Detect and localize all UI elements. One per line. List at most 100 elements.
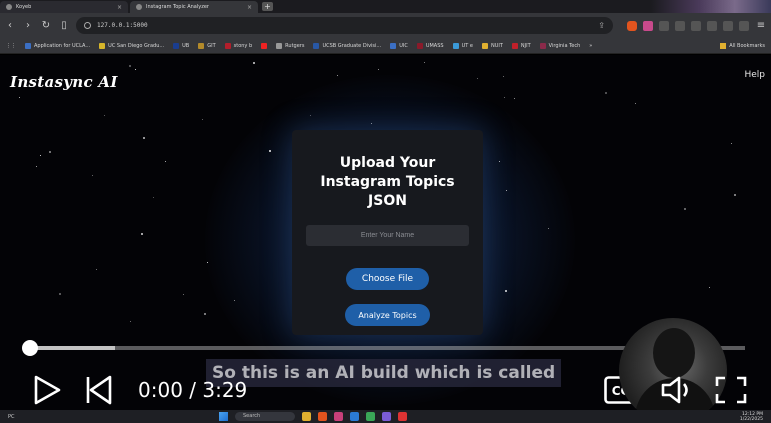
bookmark-label: stony b [233, 42, 253, 49]
bookmark-item[interactable]: Virginia Tech [539, 42, 580, 49]
wallet-icon[interactable] [723, 20, 733, 31]
play-icon[interactable] [32, 375, 62, 405]
bookmark-favicon-icon [313, 42, 320, 49]
star [269, 150, 271, 152]
bookmark-label: UB [182, 42, 190, 49]
brave-shield-icon[interactable] [627, 20, 637, 31]
brave-rewards-icon[interactable] [643, 20, 653, 31]
sidebar-icon[interactable] [707, 20, 717, 31]
apps-grid-icon[interactable]: ⋮⋮ [6, 43, 16, 49]
address-bar[interactable]: 127.0.0.1:5000 ⇪ [76, 17, 613, 34]
bookmark-item[interactable]: NUIT [481, 42, 503, 49]
bookmark-item[interactable] [261, 42, 268, 49]
star [477, 78, 478, 79]
bookmark-item[interactable]: Application for UCLA... [25, 42, 91, 49]
progress-scrubber-handle[interactable] [22, 340, 38, 356]
download-icon[interactable] [691, 20, 701, 31]
all-bookmarks-button[interactable]: All Bookmarks [720, 42, 765, 49]
card-title: Upload Your Instagram Topics JSON [320, 155, 455, 209]
bookmark-label: UMASS [425, 42, 444, 49]
bookmark-item[interactable]: NJIT [511, 42, 531, 49]
globe-favicon-icon [136, 4, 142, 10]
bookmark-item[interactable]: UMASS [416, 42, 444, 49]
bookmark-item[interactable]: UC San Diego Gradu... [99, 42, 165, 49]
star [253, 62, 255, 64]
bookmark-favicon-icon [276, 42, 283, 49]
help-link[interactable]: Help [744, 70, 765, 80]
bookmark-label: UC San Diego Gradu... [108, 42, 165, 49]
bookmark-item[interactable]: GIT [198, 42, 216, 49]
puzzle-extensions-icon[interactable] [675, 20, 685, 31]
star [506, 190, 507, 191]
fullscreen-icon[interactable] [715, 376, 747, 404]
url-text[interactable]: 127.0.0.1:5000 [97, 22, 148, 29]
star [514, 98, 515, 99]
close-tab-icon[interactable]: × [247, 4, 252, 11]
presenter-head [653, 328, 695, 378]
folder-icon [481, 42, 488, 49]
star [371, 123, 372, 124]
bookmark-item[interactable]: Rutgers [276, 42, 304, 49]
clock-time: 12:12 PM [742, 411, 763, 417]
star [504, 97, 505, 98]
wallpaper-strip [651, 0, 771, 13]
teams-icon[interactable] [382, 412, 391, 421]
bookmark-item[interactable]: stony b [224, 42, 253, 49]
bookmarks-overflow-button[interactable]: » [589, 43, 592, 49]
bookmark-label: NJIT [520, 42, 531, 49]
reload-icon[interactable]: ↻ [40, 20, 52, 32]
new-tab-button[interactable]: + [262, 2, 273, 11]
star [135, 69, 136, 70]
bookmark-icon[interactable]: ▯ [58, 20, 70, 32]
site-info-icon[interactable] [84, 22, 91, 29]
bookmark-item[interactable]: UT e [452, 42, 473, 49]
bookmark-item[interactable]: UB [173, 42, 190, 49]
close-tab-icon[interactable]: × [117, 4, 122, 11]
app-icon[interactable] [398, 412, 407, 421]
star [605, 92, 607, 94]
bookmark-label: Application for UCLA... [34, 42, 91, 49]
bookmark-favicon-icon [99, 42, 106, 49]
star [36, 166, 37, 167]
profile-icon[interactable] [739, 20, 749, 31]
choose-file-button[interactable]: Choose File [346, 268, 429, 290]
star [143, 137, 145, 139]
brand-logo[interactable]: Instasync AI [10, 73, 118, 91]
windows-start-icon[interactable] [219, 412, 228, 421]
star [183, 294, 184, 295]
system-clock[interactable]: 12:12 PM 1/22/2025 [740, 412, 763, 422]
browser-tab-analyzer[interactable]: Instagram Topic Analyzer × [130, 1, 258, 13]
tab-title: Koyeb [16, 4, 32, 10]
browser-tab-koyeb[interactable]: Koyeb × [0, 1, 128, 13]
menu-icon[interactable]: ≡ [755, 20, 767, 32]
star [503, 76, 504, 77]
bookmark-favicon-icon [416, 42, 423, 49]
brave-browser-icon[interactable] [318, 412, 327, 421]
back-arrow-icon[interactable]: ‹ [4, 20, 16, 32]
star [548, 228, 549, 229]
bookmark-label: UT e [461, 42, 473, 49]
folder-icon [720, 42, 727, 49]
volume-icon[interactable] [661, 376, 695, 404]
name-input[interactable] [306, 225, 469, 246]
bookmark-item[interactable]: UIC [390, 42, 408, 49]
bookmark-item[interactable]: UCSB Graduate Divisi... [313, 42, 381, 49]
skip-back-icon[interactable] [85, 375, 113, 405]
instagram-icon[interactable] [334, 412, 343, 421]
weather-widget[interactable]: PC [8, 414, 34, 420]
file-explorer-icon[interactable] [302, 412, 311, 421]
whatsapp-icon[interactable] [366, 412, 375, 421]
analyze-topics-button[interactable]: Analyze Topics [345, 304, 430, 326]
extension-icon[interactable] [659, 20, 669, 31]
share-icon[interactable]: ⇪ [598, 21, 605, 30]
bookmark-favicon-icon [224, 42, 231, 49]
taskbar-search[interactable]: Search [235, 412, 295, 421]
vscode-icon[interactable] [350, 412, 359, 421]
star [635, 103, 636, 104]
star [129, 65, 131, 67]
bookmarks-bar: ⋮⋮ Application for UCLA... UC San Diego … [0, 38, 771, 54]
star [731, 143, 732, 144]
star [709, 287, 710, 288]
forward-arrow-icon[interactable]: › [22, 20, 34, 32]
bookmark-favicon-icon [511, 42, 518, 49]
